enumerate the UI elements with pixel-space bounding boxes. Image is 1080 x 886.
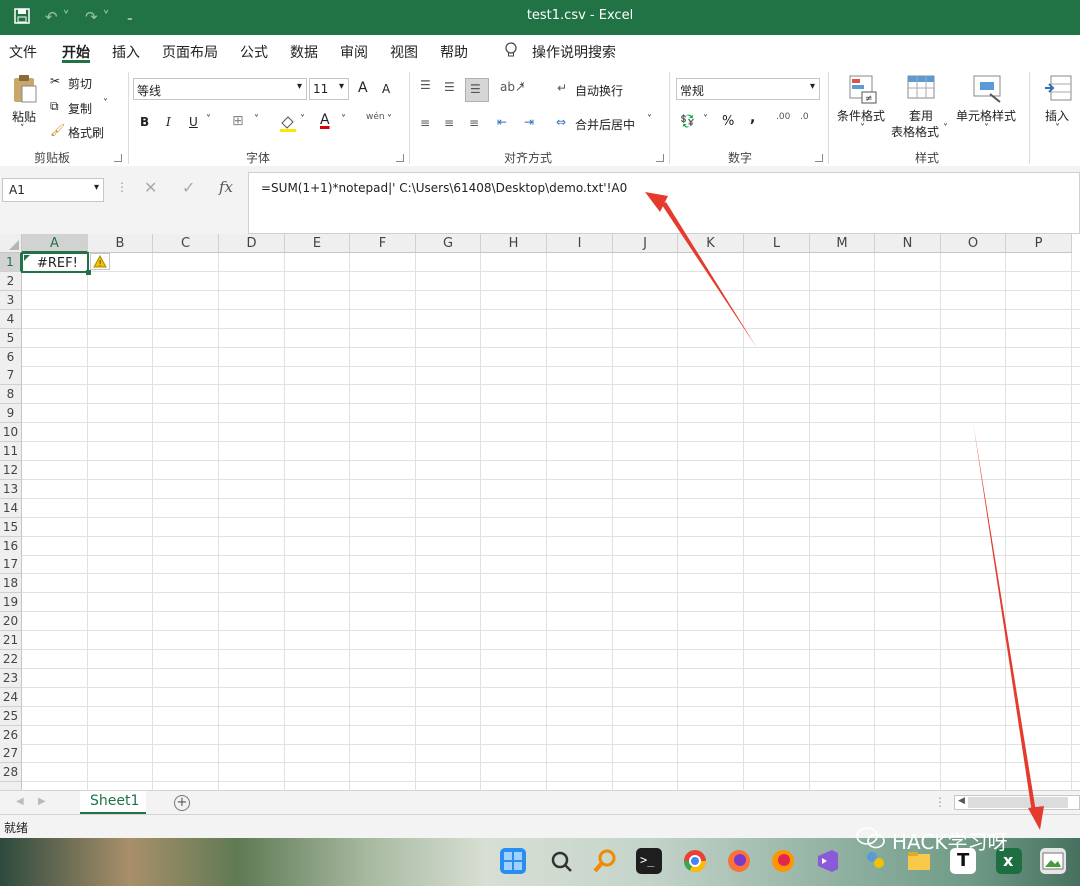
arrow-shaft-taskbar [973,422,1036,813]
annotation-arrows [645,192,1044,830]
arrow-head-taskbar [1028,806,1044,830]
arrow-head-formula [645,192,668,212]
arrow-shaft-formula [662,202,757,348]
